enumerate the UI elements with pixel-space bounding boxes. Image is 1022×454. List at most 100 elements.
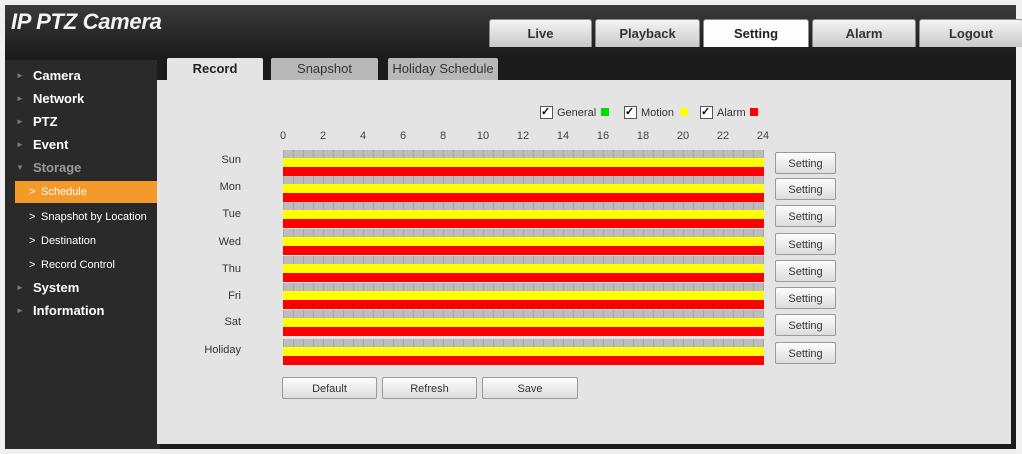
hour-label: 22 — [716, 130, 730, 142]
motion-bar — [283, 347, 764, 356]
sidebar-subitem-destination[interactable]: > Destination — [5, 230, 160, 252]
sidebar-subitem-label: Record Control — [41, 259, 115, 271]
default-button[interactable]: Default — [282, 377, 377, 399]
motion-bar — [283, 158, 764, 167]
tab-playback[interactable]: Playback — [595, 19, 700, 47]
app-logo: IP PTZ Camera — [11, 9, 162, 34]
caret-right-icon: ► — [16, 306, 24, 315]
alarm-bar — [283, 246, 764, 255]
sidebar-subitem-snapshot-by-location[interactable]: > Snapshot by Location — [5, 206, 160, 228]
legend-motion-label: Motion — [641, 107, 675, 119]
chevron-right-icon: > — [29, 186, 36, 198]
schedule-track-sat[interactable] — [283, 310, 764, 336]
tab-snapshot[interactable]: Snapshot — [271, 58, 378, 80]
day-label-sat: Sat — [224, 316, 241, 328]
tab-setting[interactable]: Setting — [703, 19, 809, 47]
alarm-checkbox[interactable] — [700, 104, 713, 120]
sidebar-subitem-schedule[interactable]: > Schedule — [15, 181, 160, 203]
sidebar-subitem-label: Snapshot by Location — [41, 211, 147, 223]
sidebar-item-camera[interactable]: ► Camera — [5, 65, 160, 87]
hour-label: 0 — [279, 130, 287, 142]
sub-tab-bar: Record Snapshot Holiday Schedule — [157, 55, 1011, 80]
legend-general-label: General — [557, 107, 597, 119]
chevron-right-icon: > — [29, 211, 36, 223]
motion-bar — [283, 237, 764, 246]
hour-label: 14 — [556, 130, 570, 142]
hour-label: 6 — [399, 130, 407, 142]
hour-label: 2 — [319, 130, 327, 142]
sidebar-subitem-label: Destination — [41, 235, 97, 247]
refresh-button[interactable]: Refresh — [382, 377, 477, 399]
alarm-bar — [283, 167, 764, 176]
sidebar-item-ptz[interactable]: ► PTZ — [5, 111, 160, 133]
general-bar — [283, 176, 764, 184]
caret-down-icon: ▼ — [16, 163, 24, 172]
chevron-right-icon: > — [29, 259, 36, 271]
header-bar: IP PTZ Camera Live Playback Setting Alar… — [5, 5, 1022, 55]
legend: General Motion Alarm — [540, 104, 780, 121]
caret-right-icon: ► — [16, 71, 24, 80]
hour-label: 12 — [516, 130, 530, 142]
sidebar-item-label: PTZ — [33, 114, 58, 129]
motion-bar — [283, 184, 764, 193]
day-label-wed: Wed — [218, 236, 241, 248]
tab-record[interactable]: Record — [167, 58, 263, 80]
sidebar-item-storage[interactable]: ▼ Storage — [5, 157, 160, 179]
general-bar — [283, 310, 764, 318]
caret-right-icon: ► — [16, 94, 24, 103]
legend-motion-swatch — [680, 108, 688, 116]
general-bar — [283, 229, 764, 237]
caret-right-icon: ► — [16, 140, 24, 149]
schedule-track-holiday[interactable] — [283, 339, 764, 365]
schedule-track-wed[interactable] — [283, 229, 764, 255]
setting-button-thu[interactable]: Setting — [775, 260, 836, 282]
sidebar-item-information[interactable]: ► Information — [5, 300, 160, 322]
caret-right-icon: ► — [16, 117, 24, 126]
tab-live[interactable]: Live — [489, 19, 592, 47]
sidebar: ► Camera ► Network ► PTZ ► Event ▼ Storage > S… — [5, 60, 160, 449]
setting-button-sun[interactable]: Setting — [775, 152, 836, 174]
hour-label: 18 — [636, 130, 650, 142]
legend-alarm-swatch — [750, 108, 758, 116]
sidebar-item-label: Storage — [33, 160, 82, 175]
general-bar — [283, 202, 764, 210]
sidebar-item-label: System — [33, 280, 80, 295]
tab-alarm[interactable]: Alarm — [812, 19, 916, 47]
hour-label: 24 — [756, 130, 770, 142]
motion-checkbox[interactable] — [624, 104, 637, 120]
tab-logout[interactable]: Logout — [919, 19, 1022, 47]
schedule-track-tue[interactable] — [283, 202, 764, 228]
sidebar-item-label: Network — [33, 91, 85, 106]
sidebar-item-event[interactable]: ► Event — [5, 134, 160, 156]
setting-button-wed[interactable]: Setting — [775, 233, 836, 255]
general-checkbox[interactable] — [540, 104, 553, 120]
schedule-track-sun[interactable] — [283, 150, 764, 176]
tab-holiday-schedule[interactable]: Holiday Schedule — [388, 58, 498, 80]
hour-label: 8 — [439, 130, 447, 142]
day-label-holiday: Holiday — [204, 344, 241, 356]
setting-button-mon[interactable]: Setting — [775, 178, 836, 200]
motion-bar — [283, 318, 764, 327]
setting-button-sat[interactable]: Setting — [775, 314, 836, 336]
sidebar-subitem-record-control[interactable]: > Record Control — [5, 254, 160, 276]
general-bar — [283, 283, 764, 291]
setting-button-tue[interactable]: Setting — [775, 205, 836, 227]
alarm-bar — [283, 219, 764, 228]
sidebar-item-system[interactable]: ► System — [5, 277, 160, 299]
sidebar-item-network[interactable]: ► Network — [5, 88, 160, 110]
alarm-bar — [283, 327, 764, 336]
setting-button-holiday[interactable]: Setting — [775, 342, 836, 364]
setting-button-fri[interactable]: Setting — [775, 287, 836, 309]
schedule-track-fri[interactable] — [283, 283, 764, 309]
schedule-track-mon[interactable] — [283, 176, 764, 202]
day-label-thu: Thu — [222, 263, 241, 275]
save-button[interactable]: Save — [482, 377, 578, 399]
alarm-bar — [283, 300, 764, 309]
caret-right-icon: ► — [16, 283, 24, 292]
general-bar — [283, 150, 764, 158]
day-label-tue: Tue — [222, 208, 241, 220]
sidebar-subitem-label: Schedule — [41, 186, 87, 198]
schedule-track-thu[interactable] — [283, 256, 764, 282]
legend-general-swatch — [601, 108, 609, 116]
alarm-bar — [283, 193, 764, 202]
